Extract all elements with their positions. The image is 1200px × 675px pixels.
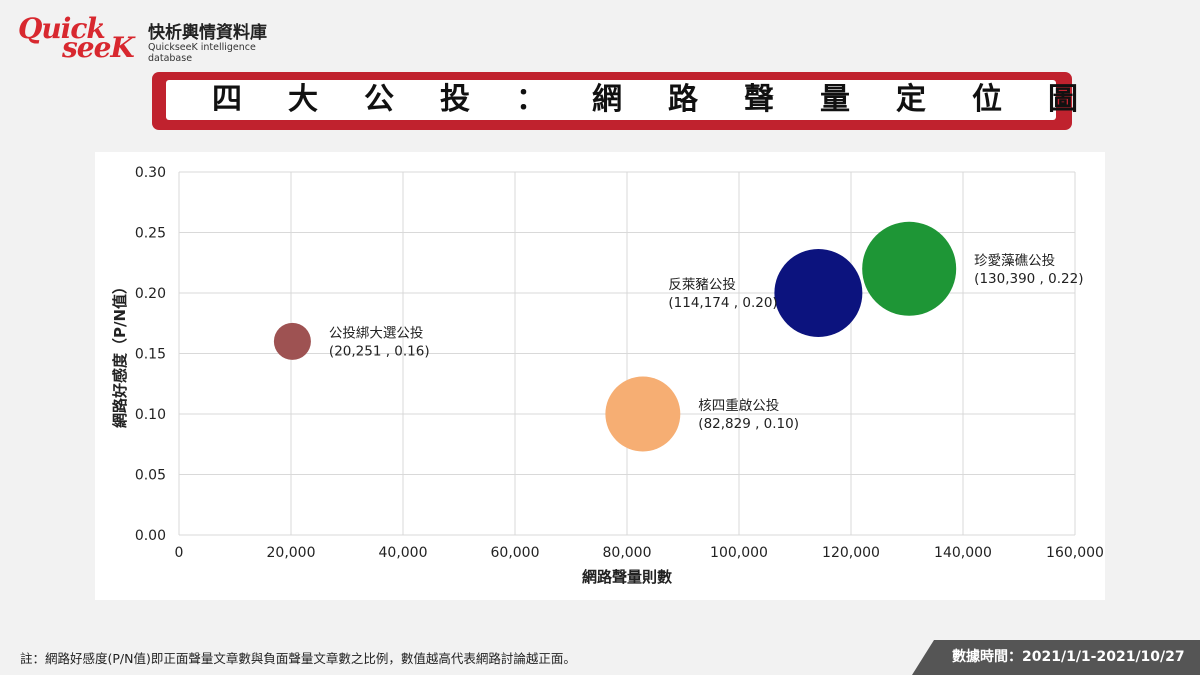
x-tick-label: 100,000 bbox=[710, 545, 768, 561]
bubble-point bbox=[605, 376, 681, 452]
x-tick-label: 120,000 bbox=[822, 545, 880, 561]
quickseek-logo: Quick seeK 快析輿情資料庫 QuickseeK intelligenc… bbox=[18, 12, 268, 64]
point-value-label: (114,174 , 0.20) bbox=[668, 295, 777, 311]
logo-wordmark: Quick seeK bbox=[18, 12, 146, 64]
y-tick-label: 0.10 bbox=[135, 407, 166, 423]
x-tick-label: 80,000 bbox=[603, 545, 652, 561]
x-tick-label: 20,000 bbox=[267, 545, 316, 561]
logo-chinese-name: 快析輿情資料庫 bbox=[148, 23, 267, 43]
x-tick-label: 0 bbox=[175, 545, 184, 561]
title-banner: 四大公投：網路聲量定位圖 bbox=[152, 72, 1124, 130]
y-axis-title: 網路好感度（P/N值） bbox=[111, 279, 129, 428]
bubble-chart: 0 20,000 40,000 60,000 80,000 100,000 120,000 1… bbox=[111, 165, 1104, 586]
data-labels: 公投綁大選公投 (20,251 , 0.16) 核四重啟公投 (82,829 , 0.… bbox=[329, 253, 1084, 432]
x-tick-label: 60,000 bbox=[491, 545, 540, 561]
title-banner-inner: 四大公投：網路聲量定位圖 bbox=[166, 80, 1124, 120]
point-name-label: 珍愛藻礁公投 bbox=[974, 253, 1055, 269]
point-value-label: (130,390 , 0.22) bbox=[974, 271, 1083, 287]
y-tick-label: 0.15 bbox=[135, 347, 166, 363]
data-period-text: 數據時間：2021/1/1-2021/10/27 bbox=[952, 649, 1185, 665]
logo-word-seek: seeK bbox=[62, 31, 135, 64]
bubble-point bbox=[862, 221, 957, 316]
x-tick-label: 160,000 bbox=[1046, 545, 1104, 561]
point-value-label: (82,829 , 0.10) bbox=[698, 416, 799, 432]
gridlines bbox=[178, 171, 1076, 536]
point-value-label: (20,251 , 0.16) bbox=[329, 343, 430, 359]
tick-labels: 0 20,000 40,000 60,000 80,000 100,000 120,000 1… bbox=[135, 165, 1104, 561]
x-tick-label: 40,000 bbox=[379, 545, 428, 561]
y-tick-label: 0.00 bbox=[135, 528, 166, 544]
point-name-label: 反萊豬公投 bbox=[668, 277, 736, 293]
y-tick-label: 0.20 bbox=[135, 286, 166, 302]
chart-panel: 0 20,000 40,000 60,000 80,000 100,000 120,000 1… bbox=[95, 152, 1105, 600]
point-name-label: 核四重啟公投 bbox=[698, 398, 779, 414]
x-tick-label: 140,000 bbox=[934, 545, 992, 561]
y-tick-label: 0.25 bbox=[135, 226, 166, 242]
bubble-point bbox=[774, 249, 863, 337]
logo-english-name: QuickseeK intelligence database bbox=[148, 42, 256, 64]
x-axis-title: 網路聲量則數 bbox=[582, 568, 672, 586]
point-name-label: 公投綁大選公投 bbox=[329, 325, 424, 341]
page-title: 四大公投：網路聲量定位圖 bbox=[212, 82, 1124, 117]
y-tick-label: 0.05 bbox=[135, 468, 166, 484]
footnote: 註：網路好感度(P/N值)即正面聲量文章數與負面聲量文章數之比例，數值越高代表網… bbox=[20, 651, 576, 666]
data-period-badge: 數據時間：2021/1/1-2021/10/27 bbox=[912, 640, 1200, 675]
bubble-point bbox=[273, 322, 311, 360]
y-tick-label: 0.30 bbox=[135, 165, 166, 181]
